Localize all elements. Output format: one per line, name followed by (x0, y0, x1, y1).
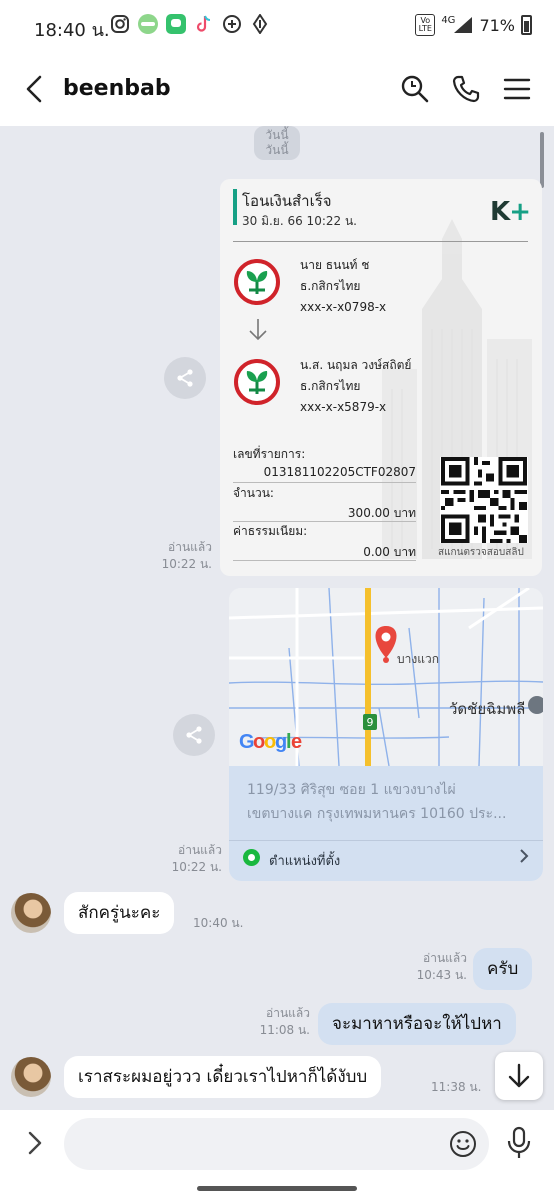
notification-icons (110, 14, 270, 34)
battery-percent: 71% (479, 15, 515, 35)
line-chat-icon (166, 14, 186, 34)
location-card[interactable]: 9 บางแวก วัดชัยฉิมพลี G o o g l e 119/33… (229, 588, 543, 881)
chat-header: beenbab (0, 52, 554, 126)
volte-indicator: Vo LTE (415, 14, 436, 36)
signal-icon (454, 17, 473, 33)
tiktok-icon (194, 14, 214, 34)
status-time: 18:40 น. (34, 20, 110, 41)
chevron-right-icon[interactable] (24, 1130, 46, 1156)
slip-message-meta: อ่านแล้ว 10:22 น. (150, 539, 212, 573)
arrow-down-icon (249, 319, 267, 341)
date-chip-text: วันนี้ (265, 128, 289, 142)
read-receipt: อ่านแล้ว (266, 1006, 310, 1020)
home-indicator[interactable] (197, 1186, 357, 1191)
microphone-icon[interactable] (506, 1126, 532, 1160)
sender-account: xxx-x-x0798-x (300, 300, 387, 314)
sender-info: นาย ธนนท์ ช ธ.กสิกรไทย xxx-x-x0798-x (300, 255, 386, 318)
address-divider (229, 840, 543, 841)
instagram-icon (110, 14, 130, 34)
sender-bank: ธ.กสิกรไทย (300, 279, 361, 293)
incoming-message[interactable]: เราสระผมอยู่ววว เดี๋ยวเราไปหาก็ได้งับบ (64, 1056, 382, 1098)
status-bar: 18:40 น. Vo LTE 4G 71% (0, 0, 554, 52)
incoming-message[interactable]: สักครู่นะคะ (64, 892, 175, 934)
qr-caption: สแกนตรวจสอบสลิป (438, 547, 524, 558)
map-message-meta: อ่านแล้ว 10:22 น. (158, 842, 222, 876)
address-panel[interactable]: 119/33 ศิริสุข ซอย 1 แขวงบางไผ่ เขตบางแค… (229, 766, 543, 881)
chevron-right-icon (520, 849, 529, 863)
google-logo: G o o g l e (239, 731, 302, 753)
search-icon[interactable] (400, 74, 430, 104)
contact-avatar[interactable] (11, 1057, 51, 1097)
slip-datetime: 30 มิ.ย. 66 10:22 น. (242, 214, 357, 228)
outgoing-message[interactable]: จะมาหาหรือจะให้ไปหา (318, 1003, 516, 1045)
map-temple-label: วัดชัยฉิมพลี (449, 700, 525, 718)
kbank-logo-icon (234, 359, 280, 405)
date-chip-text-echo: วันนี้ (265, 143, 289, 157)
menu-icon[interactable] (502, 74, 532, 104)
message-time: 10:40 น. (193, 916, 244, 930)
share-icon (186, 726, 202, 744)
slip-divider (233, 241, 528, 242)
read-receipt: อ่านแล้ว (178, 843, 222, 857)
receiver-name: น.ส. นฤมล วงษ์สถิตย์ (300, 358, 412, 372)
kplus-logo-plus: + (509, 197, 531, 227)
battery-icon (521, 15, 532, 35)
google-letter-e: e (291, 731, 302, 753)
qr-code (440, 457, 528, 543)
fee-label: ค่าธรรมเนียม: (233, 524, 308, 538)
message-time: 11:08 น. (259, 1023, 310, 1037)
message-time: 11:38 น. (431, 1080, 482, 1094)
slip-accent-bar (233, 189, 237, 225)
emoji-icon[interactable] (449, 1130, 477, 1158)
receiver-bank: ธ.กสิกรไทย (300, 379, 361, 393)
share-icon (177, 369, 193, 387)
map-place-label: บางแวก (397, 652, 439, 666)
phone-icon[interactable] (451, 74, 481, 104)
fee-rule (233, 560, 416, 561)
message-time: 10:43 น. (416, 968, 467, 982)
chat-title: beenbab (63, 76, 171, 101)
road-number: 9 (367, 716, 374, 729)
wallet-icon (250, 14, 270, 34)
transfer-slip-image[interactable]: โอนเงินสำเร็จ 30 มิ.ย. 66 10:22 น. K+ นา… (220, 179, 542, 576)
scrollbar[interactable] (540, 132, 544, 188)
date-chip: วันนี้ วันนี้ (254, 126, 300, 160)
location-pin-icon (243, 849, 260, 866)
amount-label: จำนวน: (233, 486, 274, 500)
contact-avatar[interactable] (11, 893, 51, 933)
ref-value: 013181102205CTF02807 (263, 465, 416, 479)
app-icon (222, 14, 242, 34)
map-preview[interactable]: 9 บางแวก วัดชัยฉิมพลี G o o g l e (229, 588, 543, 766)
receiver-account: xxx-x-x5879-x (300, 400, 387, 414)
kplus-logo: K+ (490, 197, 531, 227)
share-location-button[interactable] (173, 714, 215, 756)
system-indicators: Vo LTE 4G 71% (415, 14, 532, 36)
slip-title: โอนเงินสำเร็จ (242, 192, 332, 210)
line-icon (138, 14, 158, 34)
chat-area[interactable]: วันนี้ วันนี้ อ่านแล้ว 10:22 น. โอนเงินส… (0, 126, 554, 1110)
sender-name: นาย ธนนท์ ช (300, 258, 370, 272)
kbank-logo-icon (234, 259, 280, 305)
read-receipt: อ่านแล้ว (168, 540, 212, 554)
read-receipt: อ่านแล้ว (423, 951, 467, 965)
arrow-down-icon (508, 1063, 530, 1088)
ref-rule (233, 482, 416, 483)
location-link[interactable]: ตำแหน่งที่ตั้ง (269, 850, 340, 871)
address-text: 119/33 ศิริสุข ซอย 1 แขวงบางไผ่ เขตบางแค… (247, 778, 527, 826)
message-time: 10:22 น. (161, 557, 212, 571)
message-meta: อ่านแล้ว 11:08 น. (245, 1005, 310, 1039)
scroll-to-bottom-button[interactable] (495, 1052, 543, 1100)
ref-label: เลขที่รายการ: (233, 447, 306, 461)
receiver-info: น.ส. นฤมล วงษ์สถิตย์ ธ.กสิกรไทย xxx-x-x5… (300, 355, 411, 418)
outgoing-message[interactable]: ครับ (473, 948, 533, 990)
address-line-2: เขตบางแค กรุงเทพมหานคร 10160 ประ... (247, 806, 507, 822)
message-input[interactable] (64, 1118, 489, 1170)
message-time: 10:22 น. (171, 860, 222, 874)
share-slip-button[interactable] (164, 357, 206, 399)
message-meta: อ่านแล้ว 10:43 น. (404, 950, 467, 984)
address-line-1: 119/33 ศิริสุข ซอย 1 แขวงบางไผ่ (247, 782, 456, 798)
kplus-logo-k: K (490, 197, 510, 227)
back-arrow-icon[interactable] (22, 74, 48, 104)
